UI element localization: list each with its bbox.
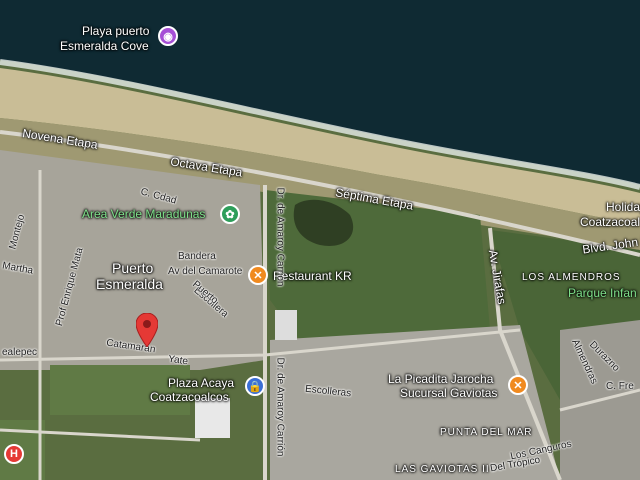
building-roof	[275, 310, 297, 340]
label-las-gaviotas: LAS GAVIOTAS II	[395, 464, 490, 475]
park-icon[interactable]: ✿	[220, 204, 240, 224]
label-puerto-line1: Puerto	[112, 260, 154, 276]
label-ealepec: ealepec	[2, 347, 38, 358]
label-dr-amaroy-top: Dr. de Amaroy Carrión	[274, 187, 286, 287]
camera-icon[interactable]: ◉	[158, 26, 178, 46]
label-playa-line2: Esmeralda Cove	[60, 39, 149, 53]
label-plaza-line1: Plaza Acaya	[168, 376, 235, 390]
label-punta-del-mar: PUNTA DEL MAR	[440, 427, 533, 438]
label-picadita-line1: La Picadita Jarocha	[388, 372, 494, 386]
map-pin-icon[interactable]	[136, 313, 158, 347]
label-holiday-line1: Holiday	[606, 200, 640, 214]
fork-knife-icon-2[interactable]: ✕	[508, 375, 528, 395]
label-c-fre: C. Fre	[606, 381, 634, 392]
label-bandera: Bandera	[178, 251, 216, 262]
shopping-bag-icon[interactable]: 🔒	[245, 376, 265, 396]
label-av-camarote: Av del Camarote	[168, 266, 243, 277]
label-yate: Yate	[167, 353, 189, 368]
plaza-roof	[195, 398, 230, 438]
label-puerto-line2: Esmeralda	[96, 276, 163, 292]
label-plaza-line2: Coatzacoalcos	[150, 390, 229, 404]
label-playa-line1: Playa puerto	[82, 24, 150, 38]
hospital-icon[interactable]: H	[4, 444, 24, 464]
satellite-map[interactable]	[0, 0, 640, 480]
label-area-verde: Area Verde Maradunas	[82, 207, 206, 221]
label-dr-amaroy-bottom: Dr. de Amaroy Carrión	[274, 357, 286, 457]
fork-knife-icon[interactable]: ✕	[248, 265, 268, 285]
label-picadita-line2: Sucursal Gaviotas	[400, 386, 498, 400]
label-los-almendros: LOS ALMENDROS	[522, 272, 621, 283]
label-holiday-line2: Coatzacoal	[580, 215, 640, 229]
label-parque: Parque Infan	[568, 286, 637, 300]
